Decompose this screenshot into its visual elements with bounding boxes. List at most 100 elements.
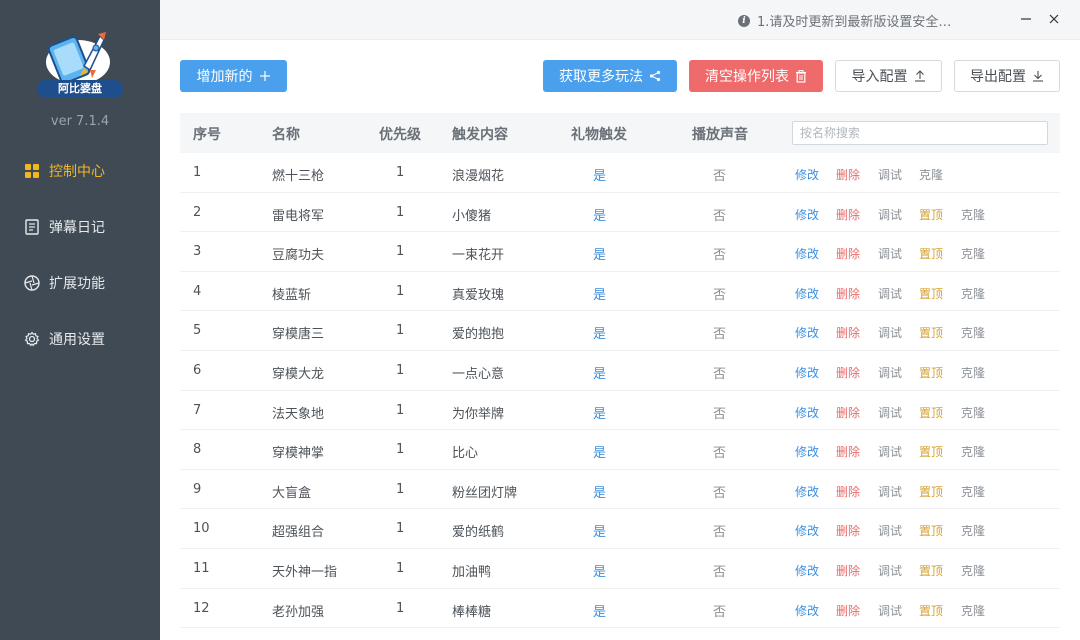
cell-priority: 1: [396, 442, 405, 458]
edit-action[interactable]: 修改: [795, 562, 819, 579]
cell-index: 6: [193, 363, 202, 378]
cell-play-sound: 否: [713, 367, 727, 382]
clear-list-label: 清空操作列表: [705, 69, 789, 85]
debug-action[interactable]: 调试: [878, 404, 902, 421]
table-row: 2 雷电将军 1 小傻猪 是 否 修改 删除 调试 置顶 克隆: [180, 193, 1060, 233]
edit-action[interactable]: 修改: [795, 483, 819, 500]
export-config-button[interactable]: 导出配置: [954, 60, 1060, 92]
cell-name: 超强组合: [272, 525, 325, 541]
debug-action[interactable]: 调试: [878, 245, 902, 262]
table-header: 序号 名称 优先级 触发内容 礼物触发 播放声音: [180, 113, 1060, 153]
cell-gift-trigger: 是: [593, 248, 607, 264]
pin-top-action[interactable]: 置顶: [919, 483, 943, 500]
cell-gift-trigger: 是: [593, 446, 607, 462]
cell-gift-trigger: 是: [593, 406, 607, 422]
pin-top-action[interactable]: 置顶: [919, 285, 943, 302]
cell-gift-trigger: 是: [593, 565, 607, 580]
edit-action[interactable]: 修改: [795, 245, 819, 262]
delete-action[interactable]: 删除: [836, 483, 860, 500]
cell-priority: 1: [396, 363, 405, 378]
debug-action[interactable]: 调试: [878, 285, 902, 302]
clone-action[interactable]: 克隆: [961, 206, 985, 223]
pin-top-action[interactable]: 置顶: [919, 602, 943, 619]
cell-priority: 1: [396, 600, 405, 616]
sidebar-item-settings[interactable]: 通用设置: [0, 319, 160, 359]
delete-action[interactable]: 删除: [836, 404, 860, 421]
edit-action[interactable]: 修改: [795, 602, 819, 619]
add-new-button[interactable]: 增加新的: [180, 60, 287, 92]
clear-list-button[interactable]: 清空操作列表: [689, 60, 823, 92]
delete-action[interactable]: 删除: [836, 166, 860, 183]
header-priority: 优先级: [379, 127, 421, 143]
delete-action[interactable]: 删除: [836, 285, 860, 302]
sidebar-item-control-center[interactable]: 控制中心: [0, 151, 160, 191]
minimize-button[interactable]: [1018, 11, 1034, 27]
table-row: 7 法天象地 1 为你举牌 是 否 修改 删除 调试 置顶 克隆: [180, 391, 1060, 431]
close-button[interactable]: [1046, 11, 1062, 27]
cell-gift-trigger: 是: [593, 327, 607, 343]
delete-action[interactable]: 删除: [836, 245, 860, 262]
delete-action[interactable]: 删除: [836, 562, 860, 579]
debug-action[interactable]: 调试: [878, 443, 902, 460]
edit-action[interactable]: 修改: [795, 285, 819, 302]
debug-action[interactable]: 调试: [878, 522, 902, 539]
table-row: 5 穿模唐三 1 爱的抱抱 是 否 修改 删除 调试 置顶 克隆: [180, 311, 1060, 351]
edit-action[interactable]: 修改: [795, 522, 819, 539]
edit-action[interactable]: 修改: [795, 364, 819, 381]
pin-top-action[interactable]: 置顶: [919, 245, 943, 262]
minimize-icon: [1021, 18, 1031, 20]
pin-top-action[interactable]: 置顶: [919, 522, 943, 539]
import-config-button[interactable]: 导入配置: [835, 60, 942, 92]
notice-bar[interactable]: i 1.请及时更新到最新版设置安全…: [738, 11, 951, 30]
debug-action[interactable]: 调试: [878, 324, 902, 341]
clone-action[interactable]: 克隆: [919, 166, 943, 183]
cell-play-sound: 否: [713, 604, 727, 620]
debug-action[interactable]: 调试: [878, 166, 902, 183]
cell-gift-trigger: 是: [593, 604, 607, 620]
delete-action[interactable]: 删除: [836, 602, 860, 619]
clone-action[interactable]: 克隆: [961, 285, 985, 302]
pin-top-action[interactable]: 置顶: [919, 364, 943, 381]
delete-action[interactable]: 删除: [836, 324, 860, 341]
sidebar-item-danmaku-log[interactable]: 弹幕日记: [0, 207, 160, 247]
debug-action[interactable]: 调试: [878, 364, 902, 381]
sidebar-item-label: 扩展功能: [49, 276, 105, 292]
clone-action[interactable]: 克隆: [961, 324, 985, 341]
pin-top-action[interactable]: 置顶: [919, 206, 943, 223]
sidebar-item-extensions[interactable]: 扩展功能: [0, 263, 160, 303]
pin-top-action[interactable]: 置顶: [919, 404, 943, 421]
edit-action[interactable]: 修改: [795, 404, 819, 421]
debug-action[interactable]: 调试: [878, 562, 902, 579]
cell-index: 12: [193, 600, 210, 616]
clone-action[interactable]: 克隆: [961, 245, 985, 262]
close-icon: [1049, 14, 1059, 24]
edit-action[interactable]: 修改: [795, 443, 819, 460]
edit-action[interactable]: 修改: [795, 166, 819, 183]
clone-action[interactable]: 克隆: [961, 364, 985, 381]
clone-action[interactable]: 克隆: [961, 483, 985, 500]
clone-action[interactable]: 克隆: [961, 562, 985, 579]
clone-action[interactable]: 克隆: [961, 522, 985, 539]
delete-action[interactable]: 删除: [836, 522, 860, 539]
pin-top-action[interactable]: 置顶: [919, 443, 943, 460]
debug-action[interactable]: 调试: [878, 602, 902, 619]
debug-action[interactable]: 调试: [878, 483, 902, 500]
clone-action[interactable]: 克隆: [961, 602, 985, 619]
pin-top-action[interactable]: 置顶: [919, 324, 943, 341]
pin-top-action[interactable]: 置顶: [919, 562, 943, 579]
edit-action[interactable]: 修改: [795, 206, 819, 223]
delete-action[interactable]: 删除: [836, 364, 860, 381]
get-more-button[interactable]: 获取更多玩法: [543, 60, 677, 92]
cell-index: 2: [193, 204, 202, 220]
cell-gift-trigger: 是: [593, 485, 607, 501]
table-row: 9 大盲盒 1 粉丝团灯牌 是 否 修改 删除 调试 置顶 克隆: [180, 470, 1060, 510]
cell-trigger: 为你举牌: [452, 406, 505, 422]
search-input[interactable]: [792, 121, 1048, 145]
edit-action[interactable]: 修改: [795, 324, 819, 341]
notice-text: 1.请及时更新到最新版设置安全…: [757, 15, 952, 30]
debug-action[interactable]: 调试: [878, 206, 902, 223]
clone-action[interactable]: 克隆: [961, 443, 985, 460]
delete-action[interactable]: 删除: [836, 443, 860, 460]
clone-action[interactable]: 克隆: [961, 404, 985, 421]
delete-action[interactable]: 删除: [836, 206, 860, 223]
